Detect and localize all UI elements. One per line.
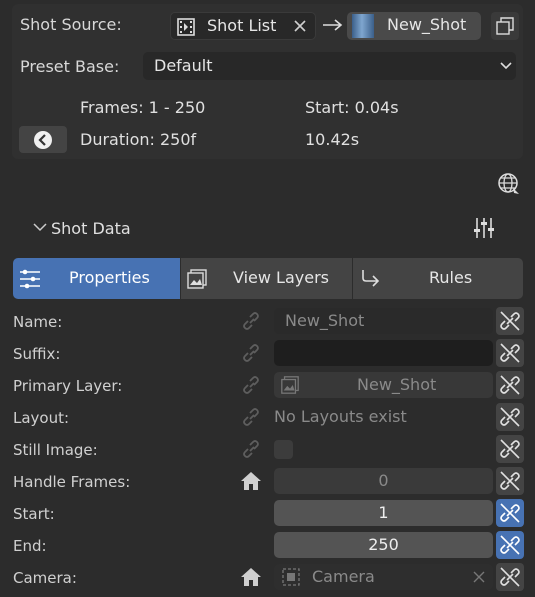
shot-thumbnail-icon bbox=[352, 14, 374, 38]
preset-base-dropdown[interactable]: Default bbox=[143, 52, 516, 80]
name-field[interactable]: New_Shot bbox=[274, 308, 493, 334]
duplicate-button[interactable] bbox=[491, 12, 519, 40]
start-seconds-info: Start: 0.04s bbox=[305, 98, 399, 117]
link-icon bbox=[240, 311, 262, 331]
shot-source-field[interactable]: Shot List bbox=[170, 12, 316, 40]
start-value: 1 bbox=[378, 503, 389, 522]
primary-layer-label: Primary Layer: bbox=[13, 377, 123, 395]
back-button[interactable] bbox=[19, 126, 67, 153]
shot-source-label: Shot Source: bbox=[20, 15, 122, 34]
object-icon bbox=[282, 568, 300, 586]
link-icon bbox=[240, 407, 262, 427]
start-label: Start: bbox=[13, 505, 55, 523]
unlink-icon bbox=[500, 375, 520, 395]
end-field[interactable]: 250 bbox=[274, 532, 493, 558]
still-image-label: Still Image: bbox=[13, 441, 98, 459]
unlink-icon bbox=[500, 503, 520, 523]
unlink-icon bbox=[500, 535, 520, 555]
tab-properties[interactable]: Properties bbox=[13, 258, 180, 299]
name-override-button[interactable] bbox=[496, 307, 524, 335]
chevron-down-icon bbox=[500, 62, 512, 70]
tab-view-layers-label: View Layers bbox=[233, 268, 329, 287]
view-layers-icon bbox=[280, 375, 300, 395]
start-field[interactable]: 1 bbox=[274, 500, 493, 526]
properties-icon bbox=[19, 268, 41, 290]
end-value: 250 bbox=[368, 535, 399, 554]
duplicate-icon bbox=[496, 17, 514, 35]
start-override-button[interactable] bbox=[496, 499, 524, 527]
handle-frames-override-button[interactable] bbox=[496, 467, 524, 495]
camera-label: Camera: bbox=[13, 569, 77, 587]
primary-layer-override-button[interactable] bbox=[496, 371, 524, 399]
camera-override-button[interactable] bbox=[496, 563, 524, 591]
primary-layer-value: New_Shot bbox=[357, 375, 437, 394]
link-icon bbox=[240, 343, 262, 363]
camera-value: Camera bbox=[312, 567, 375, 586]
settings-sliders-icon[interactable] bbox=[472, 216, 496, 240]
clear-icon[interactable] bbox=[473, 571, 485, 583]
unlink-icon bbox=[500, 407, 520, 427]
tab-rules-label: Rules bbox=[429, 268, 473, 287]
name-label: Name: bbox=[13, 313, 63, 331]
target-shot-field[interactable]: New_Shot bbox=[347, 12, 481, 40]
unlink-icon bbox=[500, 311, 520, 331]
suffix-label: Suffix: bbox=[13, 345, 61, 363]
primary-layer-field[interactable]: New_Shot bbox=[274, 372, 493, 398]
unlink-icon bbox=[500, 567, 520, 587]
arrow-right-icon bbox=[322, 17, 344, 33]
suffix-field[interactable] bbox=[274, 340, 493, 366]
link-icon bbox=[240, 375, 262, 395]
clear-icon[interactable] bbox=[293, 19, 307, 33]
preset-base-value: Default bbox=[154, 56, 213, 75]
still-image-override-button[interactable] bbox=[496, 435, 524, 463]
layout-override-button[interactable] bbox=[496, 403, 524, 431]
camera-field[interactable]: Camera bbox=[274, 564, 493, 590]
back-icon bbox=[33, 130, 53, 150]
preset-base-label: Preset Base: bbox=[20, 57, 120, 76]
end-override-button[interactable] bbox=[496, 531, 524, 559]
end-label: End: bbox=[13, 537, 47, 555]
layout-label: Layout: bbox=[13, 409, 70, 427]
layout-value: No Layouts exist bbox=[274, 407, 407, 426]
target-shot-value: New_Shot bbox=[387, 15, 467, 34]
unlink-icon bbox=[500, 343, 520, 363]
handle-frames-field[interactable]: 0 bbox=[274, 468, 493, 494]
handle-frames-value: 0 bbox=[378, 471, 389, 490]
duration-info: Duration: 250f bbox=[80, 130, 197, 149]
frames-info: Frames: 1 - 250 bbox=[80, 98, 206, 117]
suffix-override-button[interactable] bbox=[496, 339, 524, 367]
still-image-checkbox[interactable] bbox=[274, 440, 293, 459]
section-title[interactable]: Shot Data bbox=[51, 219, 131, 239]
globe-icon[interactable] bbox=[497, 172, 521, 196]
view-layers-icon bbox=[186, 268, 208, 290]
film-icon bbox=[176, 17, 196, 37]
tab-view-layers[interactable]: View Layers bbox=[181, 258, 352, 299]
tab-properties-label: Properties bbox=[69, 268, 150, 287]
tab-rules[interactable]: Rules bbox=[353, 258, 523, 299]
home-icon bbox=[240, 470, 262, 492]
home-icon bbox=[240, 566, 262, 588]
rules-icon bbox=[359, 268, 381, 290]
name-value: New_Shot bbox=[285, 311, 365, 330]
link-icon bbox=[240, 439, 262, 459]
collapse-chevron-icon[interactable] bbox=[33, 222, 47, 232]
handle-frames-label: Handle Frames: bbox=[13, 473, 131, 491]
unlink-icon bbox=[500, 439, 520, 459]
duration-seconds-info: 10.42s bbox=[305, 130, 360, 149]
shot-source-value: Shot List bbox=[207, 16, 277, 35]
unlink-icon bbox=[500, 471, 520, 491]
